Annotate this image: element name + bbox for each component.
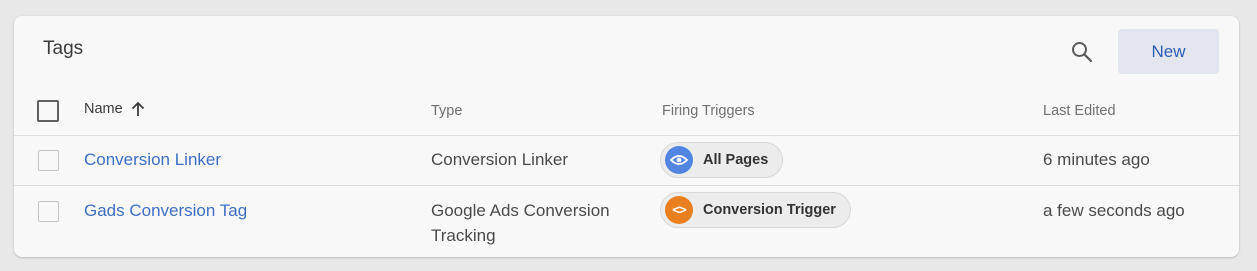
- row-checkbox[interactable]: [38, 201, 59, 222]
- panel-title: Tags: [43, 38, 84, 59]
- last-edited: 6 minutes ago: [1043, 150, 1150, 169]
- tag-type: Google Ads Conversion Tracking: [431, 198, 610, 248]
- table-row[interactable]: Conversion Linker Conversion Linker All …: [14, 136, 1239, 186]
- column-header-name[interactable]: Name: [84, 101, 145, 117]
- tags-panel: Tags New Name Type Firing Triggers Last …: [14, 16, 1239, 257]
- column-header-type[interactable]: Type: [431, 103, 462, 119]
- tag-name-link[interactable]: Gads Conversion Tag: [84, 198, 247, 223]
- tag-type-line2: Tracking: [431, 226, 496, 245]
- tag-type-line1: Google Ads Conversion: [431, 201, 610, 220]
- table-header: Name Type Firing Triggers Last Edited: [14, 88, 1239, 136]
- trigger-chip[interactable]: <> Conversion Trigger: [660, 192, 851, 228]
- select-all-checkbox[interactable]: [37, 100, 59, 122]
- arrow-up-icon: [131, 101, 144, 116]
- tag-name-link[interactable]: Conversion Linker: [84, 147, 221, 172]
- table-row[interactable]: Gads Conversion Tag Google Ads Conversio…: [14, 186, 1239, 257]
- trigger-chip-label: Conversion Trigger: [703, 202, 836, 218]
- column-header-name-label: Name: [84, 101, 123, 117]
- search-icon: [1072, 42, 1093, 63]
- column-header-last-edited[interactable]: Last Edited: [1043, 103, 1116, 119]
- new-button[interactable]: New: [1118, 29, 1219, 74]
- eye-icon: [665, 146, 693, 174]
- row-checkbox[interactable]: [38, 150, 59, 171]
- trigger-chip-label: All Pages: [703, 152, 769, 168]
- code-icon: <>: [665, 196, 693, 224]
- column-header-firing-triggers[interactable]: Firing Triggers: [662, 103, 755, 119]
- trigger-chip[interactable]: All Pages: [660, 142, 784, 178]
- tag-type: Conversion Linker: [431, 150, 569, 169]
- last-edited: a few seconds ago: [1043, 201, 1185, 220]
- search-button[interactable]: [1066, 36, 1098, 68]
